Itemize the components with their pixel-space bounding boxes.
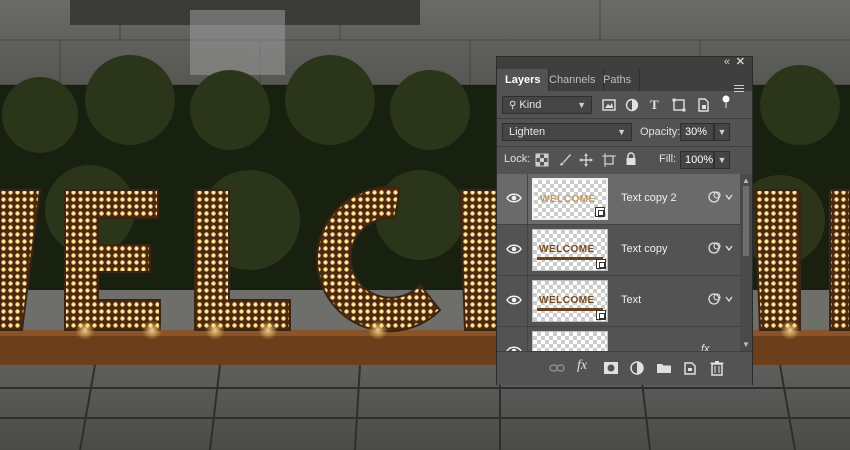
layer-style-toggle-icon[interactable] <box>708 292 734 306</box>
divider <box>527 225 528 275</box>
layer-row[interactable]: WELCOME Text <box>497 276 740 327</box>
lock-label: Lock: <box>504 153 531 165</box>
new-layer-icon[interactable] <box>682 360 698 376</box>
layer-name[interactable]: Text <box>621 294 641 306</box>
thumbnail-underline <box>537 308 603 311</box>
lock-transparent-icon[interactable] <box>535 153 549 167</box>
layer-style-toggle-icon[interactable] <box>708 241 734 255</box>
fill-input[interactable]: 100% <box>680 151 714 169</box>
smart-object-badge-icon <box>595 207 605 217</box>
fill-dropdown-button[interactable]: ▼ <box>714 151 730 169</box>
link-layers-icon[interactable] <box>549 360 565 376</box>
lock-artboard-icon[interactable] <box>602 153 616 167</box>
thumbnail-text: WELCOME <box>539 295 595 306</box>
opacity-label: Opacity: <box>640 126 681 138</box>
chevron-down-icon: ▼ <box>617 127 626 137</box>
scroll-down-icon[interactable]: ▼ <box>742 340 750 349</box>
layer-row[interactable]: WELCOME Text copy 2 <box>497 174 740 225</box>
opacity-input[interactable]: 30% <box>680 123 714 141</box>
layer-name[interactable]: Text copy 2 <box>621 192 677 204</box>
layer-thumbnail[interactable]: WELCOME <box>532 229 608 271</box>
smart-object-badge-icon <box>596 259 606 269</box>
blend-mode-dropdown[interactable]: Lighten ▼ <box>502 123 632 141</box>
divider <box>497 118 752 119</box>
chevron-down-icon: ▼ <box>577 100 586 110</box>
blend-mode-value: Lighten <box>509 126 546 138</box>
layer-name[interactable]: Text copy <box>621 243 667 255</box>
divider <box>527 174 528 224</box>
lock-row: Lock: Fill: 100% ▼ <box>497 148 752 172</box>
collapse-icon[interactable]: « <box>724 56 730 68</box>
thumbnail-text: WELCOME <box>539 244 595 255</box>
fx-icon[interactable]: fx <box>577 358 593 374</box>
scrollbar-thumb[interactable] <box>743 186 749 256</box>
layers-panel: « ✕ Layers Channels Paths ⚲ Kind ▼ T Lig… <box>496 56 753 385</box>
close-icon[interactable]: ✕ <box>736 56 745 68</box>
thumbnail-underline <box>537 257 603 260</box>
filter-row: ⚲ Kind ▼ T <box>497 93 752 117</box>
lock-all-icon[interactable] <box>624 152 638 166</box>
smart-object-filter-icon[interactable] <box>696 98 710 112</box>
blend-row: Lighten ▼ Opacity: 30% ▼ <box>497 120 752 144</box>
layer-effects-label: fx <box>701 343 710 351</box>
fill-label: Fill: <box>659 153 677 165</box>
type-filter-icon[interactable]: T <box>650 96 659 114</box>
layer-thumbnail[interactable]: WELCOME <box>532 280 608 322</box>
layer-list: WELCOME Text copy 2 WELCOME Text copy WE… <box>497 174 740 351</box>
visibility-eye-icon[interactable] <box>506 192 522 204</box>
layer-thumbnail[interactable] <box>532 331 608 351</box>
divider <box>497 146 752 147</box>
opacity-dropdown-button[interactable]: ▼ <box>714 123 730 141</box>
layer-thumbnail[interactable]: WELCOME <box>532 178 608 220</box>
smart-object-badge-icon <box>596 310 606 320</box>
layers-bottom-toolbar: fx <box>497 351 752 385</box>
lock-paint-icon[interactable] <box>558 153 572 167</box>
divider <box>527 276 528 326</box>
visibility-eye-icon[interactable] <box>506 294 522 306</box>
scroll-up-icon[interactable]: ▲ <box>742 176 750 185</box>
filter-kind-dropdown[interactable]: ⚲ Kind ▼ <box>502 96 592 114</box>
delete-layer-icon[interactable] <box>709 360 725 376</box>
lock-position-icon[interactable] <box>579 153 593 167</box>
thumbnail-text: WELCOME <box>540 194 596 205</box>
panel-tabs: Layers Channels Paths <box>497 69 752 92</box>
layer-row[interactable]: WELCOME Text copy <box>497 225 740 276</box>
panel-title-bar: « ✕ <box>497 56 752 69</box>
image-filter-icon[interactable] <box>602 98 616 112</box>
layer-list-scrollbar[interactable]: ▲ ▼ <box>740 174 752 351</box>
adjustment-layer-icon[interactable] <box>629 360 645 376</box>
search-icon: ⚲ <box>509 100 517 111</box>
layer-style-toggle-icon[interactable] <box>708 190 734 204</box>
shape-filter-icon[interactable] <box>672 98 686 112</box>
adjustment-filter-icon[interactable] <box>625 98 639 112</box>
visibility-eye-icon[interactable] <box>506 243 522 255</box>
filter-toggle-icon[interactable] <box>719 95 733 109</box>
new-group-icon[interactable] <box>656 360 672 376</box>
tab-paths[interactable]: Paths <box>595 69 641 91</box>
filter-kind-label: Kind <box>519 99 542 111</box>
divider <box>527 327 528 351</box>
layer-row[interactable]: fx <box>497 327 740 351</box>
add-mask-icon[interactable] <box>603 360 619 376</box>
